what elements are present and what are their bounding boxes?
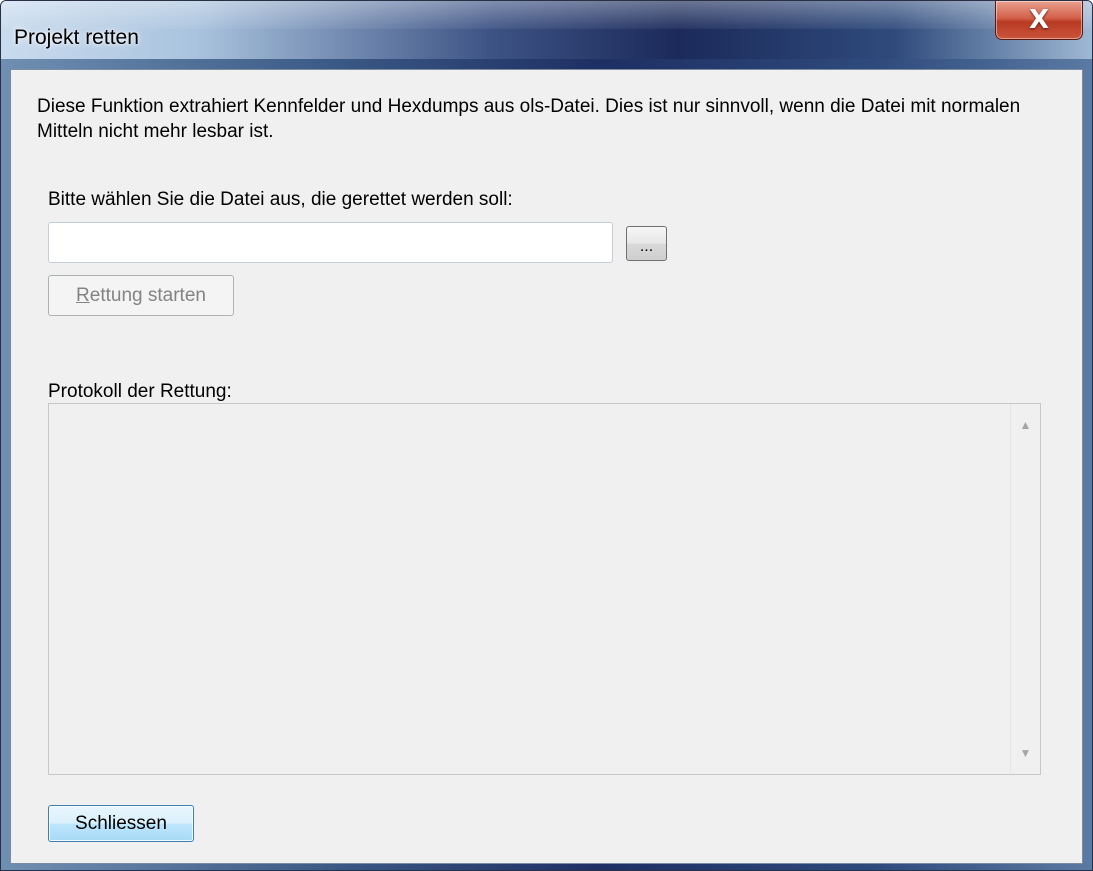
- start-rescue-button[interactable]: Rettung starten: [48, 275, 234, 316]
- scroll-up-arrow-icon[interactable]: ▲: [1011, 410, 1040, 440]
- start-rescue-label: ettung starten: [89, 284, 206, 306]
- title-bar[interactable]: Projekt retten X: [1, 1, 1092, 59]
- close-window-button[interactable]: X: [995, 1, 1083, 40]
- start-rescue-accelerator: R: [76, 284, 90, 306]
- description-text: Diese Funktion extrahiert Kennfelder und…: [37, 96, 1021, 142]
- dialog-client-area: Diese Funktion extrahiert Kennfelder und…: [10, 69, 1083, 864]
- close-icon: X: [1028, 5, 1050, 35]
- browse-button[interactable]: ...: [626, 226, 667, 261]
- log-textarea[interactable]: ▲ ▼: [48, 403, 1041, 775]
- log-label: Protokoll der Rettung:: [48, 381, 232, 402]
- file-path-input[interactable]: [48, 222, 613, 263]
- dialog-window: Projekt retten X Diese Funktion extrahie…: [0, 0, 1093, 871]
- file-select-label: Bitte wählen Sie die Datei aus, die gere…: [48, 189, 513, 210]
- window-title: Projekt retten: [14, 26, 139, 49]
- close-dialog-button[interactable]: Schliessen: [48, 805, 194, 842]
- log-scrollbar[interactable]: ▲ ▼: [1010, 404, 1040, 774]
- scroll-down-arrow-icon[interactable]: ▼: [1011, 738, 1040, 768]
